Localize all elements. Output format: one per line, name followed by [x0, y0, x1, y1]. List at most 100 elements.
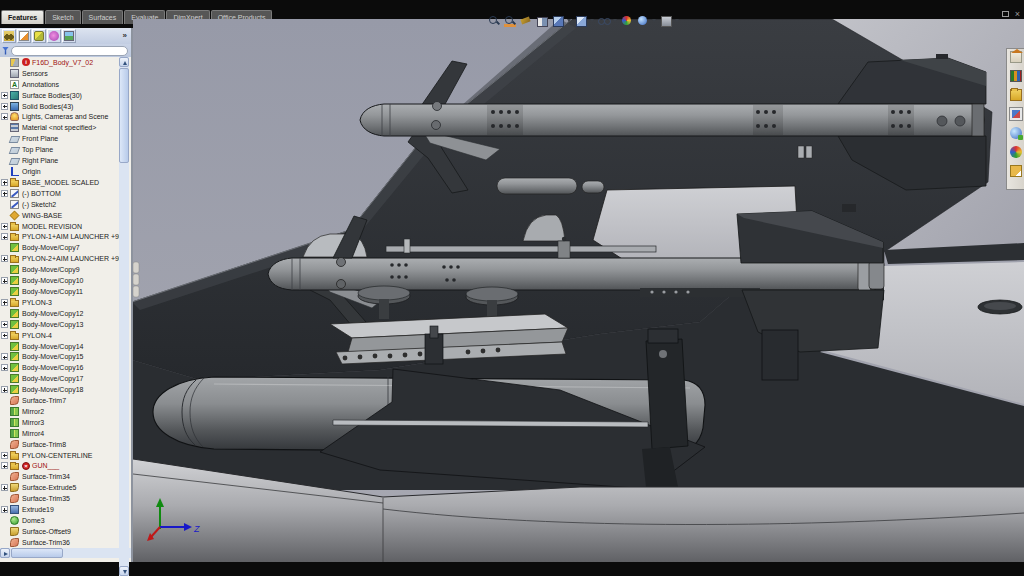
tree-item[interactable]: Origin [0, 166, 121, 177]
expand-icon[interactable] [1, 190, 8, 197]
tree-item[interactable]: PYLON-3 [0, 297, 121, 308]
scroll-down-button[interactable] [119, 566, 129, 576]
tree-item[interactable]: Body-Move/Copy7 [0, 242, 121, 253]
rollback-button[interactable] [47, 29, 61, 43]
tree-item[interactable]: Surface-Trim35 [0, 493, 121, 504]
design-library-icon[interactable] [1010, 70, 1022, 82]
tree-item[interactable]: BASE_MODEL SCALED [0, 177, 121, 188]
tree-item[interactable]: Front Plane [0, 133, 121, 144]
hscroll-thumb[interactable] [11, 548, 63, 558]
tree-item[interactable]: Body-Move/Copy10 [0, 275, 121, 286]
dropdown-caret-icon[interactable] [652, 19, 656, 22]
close-window-button[interactable]: × [1015, 10, 1020, 18]
tree-horizontal-scrollbar[interactable] [0, 548, 131, 558]
tree-item[interactable]: Body-Move/Copy12 [0, 308, 121, 319]
scroll-right-button[interactable] [0, 548, 10, 558]
zoom-area-icon[interactable] [504, 15, 516, 27]
tree-item[interactable]: Body-Move/Copy9 [0, 264, 121, 275]
expand-icon[interactable] [1, 506, 8, 513]
expand-icon[interactable] [1, 223, 8, 230]
edit-appearance-icon[interactable] [621, 15, 633, 27]
hide-show-icon[interactable] [598, 15, 610, 27]
expand-icon[interactable] [1, 386, 8, 393]
tree-item[interactable]: (-) BOTTOM [0, 188, 121, 199]
tree-item[interactable]: PYLON-CENTERLINE [0, 450, 121, 461]
display-style-icon[interactable] [575, 15, 587, 27]
tree-item[interactable]: Mirror2 [0, 406, 121, 417]
expand-icon[interactable] [1, 353, 8, 360]
tree-item[interactable]: MODEL REVISION [0, 221, 121, 232]
tree-item[interactable]: Body-Move/Copy16 [0, 362, 121, 373]
tree-item[interactable]: Body-Move/Copy17 [0, 373, 121, 384]
expand-icon[interactable] [1, 299, 8, 306]
tree-item[interactable]: WING-BASE [0, 210, 121, 221]
tree-item[interactable]: PYLON-4 [0, 330, 121, 341]
expand-icon[interactable] [1, 103, 8, 110]
appearances-icon[interactable] [1010, 127, 1022, 139]
view-palette-icon[interactable] [1010, 108, 1022, 120]
panel-flyout-tabs[interactable] [133, 262, 139, 297]
scroll-thumb[interactable] [119, 68, 129, 163]
tree-item[interactable]: Surface-Trim8 [0, 439, 121, 450]
tree-item[interactable]: PYLON-1+AIM LAUNCHER +9LM MI [0, 232, 121, 243]
tree-item[interactable]: Extrude19 [0, 504, 121, 515]
tree-item[interactable]: Material <not specified> [0, 122, 121, 133]
properties-button[interactable] [17, 29, 31, 43]
tree-item[interactable]: Surface-Trim7 [0, 395, 121, 406]
previous-view-icon[interactable] [520, 15, 532, 27]
expand-icon[interactable] [1, 233, 8, 240]
view-settings-icon[interactable] [660, 15, 672, 27]
tab-features[interactable]: Features [1, 10, 44, 24]
display-button[interactable] [62, 29, 76, 43]
tree-item[interactable]: Lights, Cameras and Scene [0, 112, 121, 123]
toolbar-overflow-button[interactable]: » [123, 31, 127, 40]
dropdown-caret-icon[interactable] [567, 19, 571, 22]
apply-scene-icon[interactable] [637, 15, 649, 27]
tree-item[interactable]: Body-Move/Copy18 [0, 384, 121, 395]
tree-item[interactable]: Annotations [0, 79, 121, 90]
tree-item[interactable]: Mirror4 [0, 428, 121, 439]
tree-item[interactable]: Body-Move/Copy14 [0, 341, 121, 352]
restore-window-button[interactable] [1002, 11, 1009, 17]
tree-item[interactable]: F16D_Body_V7_02 [0, 57, 121, 68]
expand-icon[interactable] [1, 332, 8, 339]
expand-icon[interactable] [1, 179, 8, 186]
section-view-icon[interactable] [536, 15, 548, 27]
view-orientation-icon[interactable] [552, 15, 564, 27]
scene-icon[interactable] [1010, 146, 1022, 158]
expand-icon[interactable] [1, 364, 8, 371]
tab-surfaces[interactable]: Surfaces [82, 10, 124, 24]
file-explorer-icon[interactable] [1010, 89, 1022, 101]
expand-icon[interactable] [1, 277, 8, 284]
binoculars-button[interactable] [2, 29, 16, 43]
custom-properties-icon[interactable] [1010, 165, 1022, 177]
tree-item[interactable]: Surface-Offset9 [0, 526, 121, 537]
expand-icon[interactable] [1, 92, 8, 99]
home-icon[interactable] [1010, 51, 1022, 63]
tree-item[interactable]: Top Plane [0, 144, 121, 155]
expand-icon[interactable] [1, 113, 8, 120]
expand-icon[interactable] [1, 255, 8, 262]
expand-icon[interactable] [1, 321, 8, 328]
tab-sketch[interactable]: Sketch [45, 10, 80, 24]
tree-item[interactable]: Solid Bodies(43) [0, 101, 121, 112]
tree-item[interactable]: Body-Move/Copy11 [0, 286, 121, 297]
tree-item[interactable]: Surface Bodies(30) [0, 90, 121, 101]
dropdown-caret-icon[interactable] [590, 19, 594, 22]
filter-input[interactable] [11, 46, 128, 56]
tree-item[interactable]: Right Plane [0, 155, 121, 166]
tree-item[interactable]: Surface-Trim36 [0, 537, 121, 548]
expand-icon[interactable] [1, 462, 8, 469]
tree-item[interactable]: Body-Move/Copy15 [0, 351, 121, 362]
dropdown-caret-icon[interactable] [675, 19, 679, 22]
tree-item[interactable]: Dome3 [0, 515, 121, 526]
viewport-3d[interactable]: Z [133, 19, 1024, 562]
tree-item[interactable]: Surface-Extrude5 [0, 482, 121, 493]
tree-item[interactable]: PYLON-2+AIM LAUNCHER +9LM MI [0, 253, 121, 264]
dropdown-caret-icon[interactable] [613, 19, 617, 22]
tree-item[interactable]: Sensors [0, 68, 121, 79]
expand-icon[interactable] [1, 452, 8, 459]
component-button[interactable] [32, 29, 46, 43]
tree-item[interactable]: GUN___ [0, 461, 121, 472]
tree-item[interactable]: Body-Move/Copy13 [0, 319, 121, 330]
